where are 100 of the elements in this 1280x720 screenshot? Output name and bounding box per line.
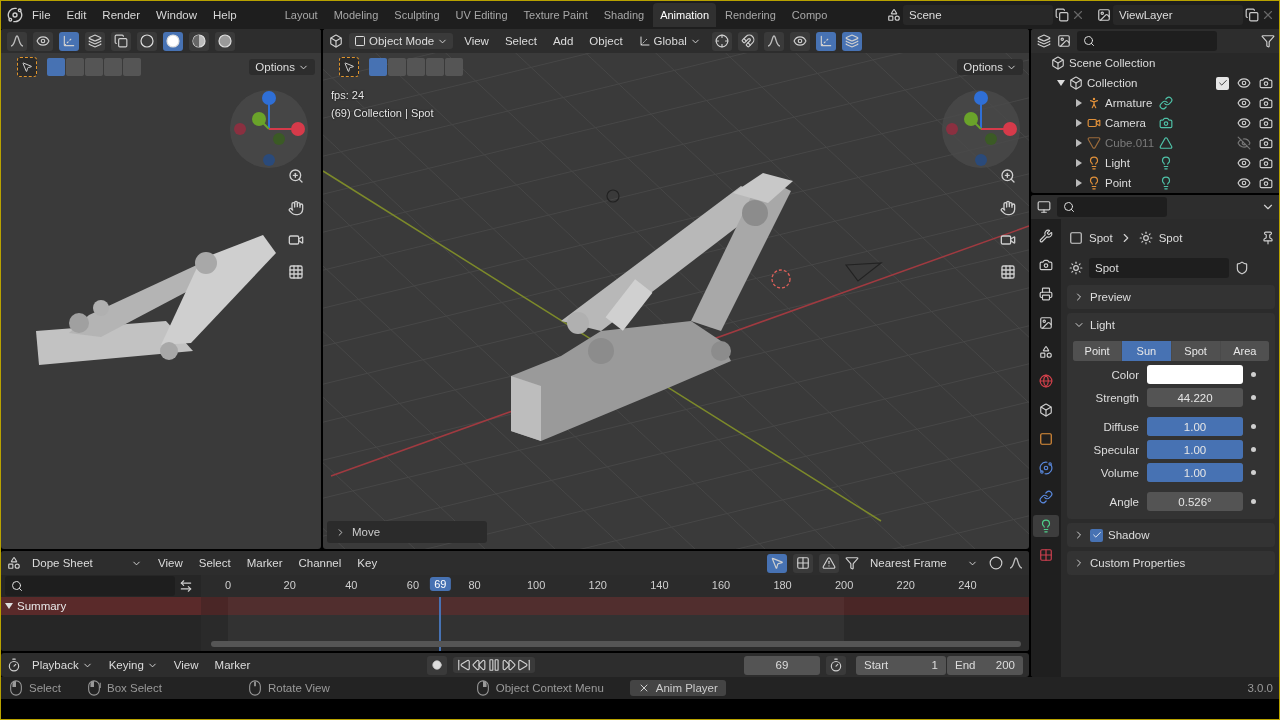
panel-header[interactable]: Custom Properties (1067, 551, 1275, 575)
snap-dropdown[interactable]: Nearest Frame (865, 555, 983, 571)
navigation-gizmo-drawing[interactable] (229, 89, 309, 169)
current-frame-badge[interactable]: 69 (430, 577, 451, 591)
pause-icon[interactable] (487, 658, 502, 672)
toggle-button[interactable] (819, 553, 839, 573)
last-operator-panel[interactable]: Move (327, 521, 487, 543)
circle-icon[interactable] (989, 556, 1003, 570)
jump-start-icon[interactable] (457, 658, 472, 672)
scene-field[interactable]: Scene (903, 5, 1053, 25)
navigation-gizmo-drawing[interactable] (941, 89, 1021, 169)
swap-icon[interactable] (179, 579, 193, 593)
camera-icon[interactable] (1259, 176, 1273, 190)
menu-item[interactable]: Edit (59, 5, 94, 25)
slider-field[interactable]: 1.00 (1147, 463, 1243, 482)
workspace-tab[interactable]: Shading (596, 3, 652, 27)
display-mode-icon[interactable] (1057, 34, 1071, 48)
menu-item[interactable]: View (168, 657, 204, 673)
orientation-dropdown[interactable]: Global (633, 33, 706, 49)
menu-item[interactable]: Add (547, 33, 579, 49)
robot-arm-drawing[interactable] (36, 235, 276, 365)
collapsed-arrow-icon[interactable] (1075, 99, 1083, 107)
toggle-button[interactable] (841, 31, 862, 51)
toggle-button[interactable] (793, 553, 813, 573)
number-field[interactable]: 44.220 (1147, 388, 1243, 407)
eye-icon[interactable] (1237, 156, 1251, 170)
collapsed-arrow-icon[interactable] (1075, 139, 1083, 147)
collapsed-arrow-icon[interactable] (1075, 179, 1083, 187)
end-frame-field[interactable]: End 200 (947, 655, 1023, 675)
eye-icon[interactable] (1237, 76, 1251, 90)
scrollbar[interactable] (211, 641, 1021, 647)
workspace-tab[interactable]: Sculpting (387, 3, 447, 27)
app-logo-icon[interactable] (7, 7, 23, 23)
copy-icon[interactable] (1245, 8, 1259, 22)
menu-item[interactable]: Keying (103, 657, 163, 673)
light-type-button[interactable]: Area (1220, 341, 1269, 361)
camera-icon[interactable] (1259, 116, 1273, 130)
search-field[interactable] (1057, 197, 1167, 217)
workspace-tab[interactable]: Layout (277, 3, 325, 27)
workspace-tab[interactable]: Rendering (718, 3, 783, 27)
options-dropdown[interactable]: Options (957, 59, 1023, 75)
pin-icon[interactable] (1261, 231, 1275, 245)
toggle-button[interactable] (59, 31, 79, 51)
jump-end-icon[interactable] (517, 658, 532, 672)
eye-icon[interactable] (1237, 176, 1251, 190)
workspace-tab[interactable]: Animation (653, 3, 717, 27)
current-frame-field[interactable]: 69 (744, 655, 820, 675)
outliner-row[interactable]: Light (1031, 153, 1279, 173)
outliner-row[interactable]: Scene Collection (1031, 53, 1279, 73)
editor-type-icon[interactable] (7, 556, 21, 570)
outliner-row[interactable]: Camera (1031, 113, 1279, 133)
light-type-button[interactable]: Spot (1171, 341, 1220, 361)
datablock-field[interactable]: Spot (1089, 258, 1229, 278)
sun-icon[interactable] (1069, 261, 1083, 275)
panel-header[interactable]: Light (1067, 313, 1275, 337)
workspace-tab[interactable]: Texture Paint (516, 3, 595, 27)
toggle-button[interactable] (85, 31, 105, 51)
toggle-button[interactable] (763, 31, 784, 51)
workspace-tab[interactable]: Modeling (326, 3, 386, 27)
camera-icon[interactable] (1259, 156, 1273, 170)
search-field[interactable] (1077, 31, 1217, 51)
checkbox[interactable] (1216, 76, 1229, 90)
search-field[interactable] (5, 576, 175, 596)
start-frame-field[interactable]: Start 1 (856, 655, 946, 675)
menu-item[interactable]: Window (149, 5, 204, 25)
mode-dropdown[interactable]: Object Mode (349, 33, 454, 49)
slider-field[interactable]: 1.00 (1147, 417, 1243, 436)
record-button[interactable] (427, 655, 448, 675)
toggle-button[interactable] (33, 31, 53, 51)
menu-item[interactable]: Render (95, 5, 148, 25)
menu-item[interactable]: Marker (209, 657, 256, 673)
camera-icon[interactable] (1259, 76, 1273, 90)
select-tool-button[interactable] (339, 57, 359, 77)
eye-closed-icon[interactable] (1237, 136, 1251, 150)
editor-type-icon[interactable] (7, 658, 21, 672)
menu-item[interactable]: Channel (293, 555, 347, 571)
outliner-row[interactable]: Point (1031, 173, 1279, 193)
running-task[interactable]: Anim Player (629, 680, 726, 696)
keyframe-dot-icon[interactable] (1251, 470, 1256, 475)
side-viewport[interactable]: Options (1, 29, 321, 549)
preview-range-button[interactable] (826, 655, 846, 675)
editor-type-icon[interactable] (1037, 34, 1051, 48)
menu-item[interactable]: Marker (241, 555, 288, 571)
collapsed-arrow-icon[interactable] (1075, 119, 1083, 127)
number-field[interactable]: 0.526° (1147, 492, 1243, 511)
outliner-row[interactable]: Cube.011 (1031, 133, 1279, 153)
image-icon[interactable] (1097, 8, 1111, 22)
toggle-button[interactable] (767, 553, 787, 573)
next-keyframe-icon[interactable] (502, 658, 517, 672)
menu-item[interactable]: Object (584, 33, 628, 49)
menu-item[interactable]: View (153, 555, 188, 571)
filter-icon[interactable] (845, 556, 859, 570)
channel-row[interactable]: Summary (1, 597, 201, 615)
menu-item[interactable]: Playback (27, 657, 98, 673)
toggle-button[interactable] (215, 31, 235, 51)
keyframe-dot-icon[interactable] (1251, 395, 1256, 400)
light-type-button[interactable]: Point (1073, 341, 1122, 361)
expanded-arrow-icon[interactable] (5, 602, 13, 610)
toggle-button[interactable] (789, 31, 810, 51)
collapsed-arrow-icon[interactable] (1075, 159, 1083, 167)
